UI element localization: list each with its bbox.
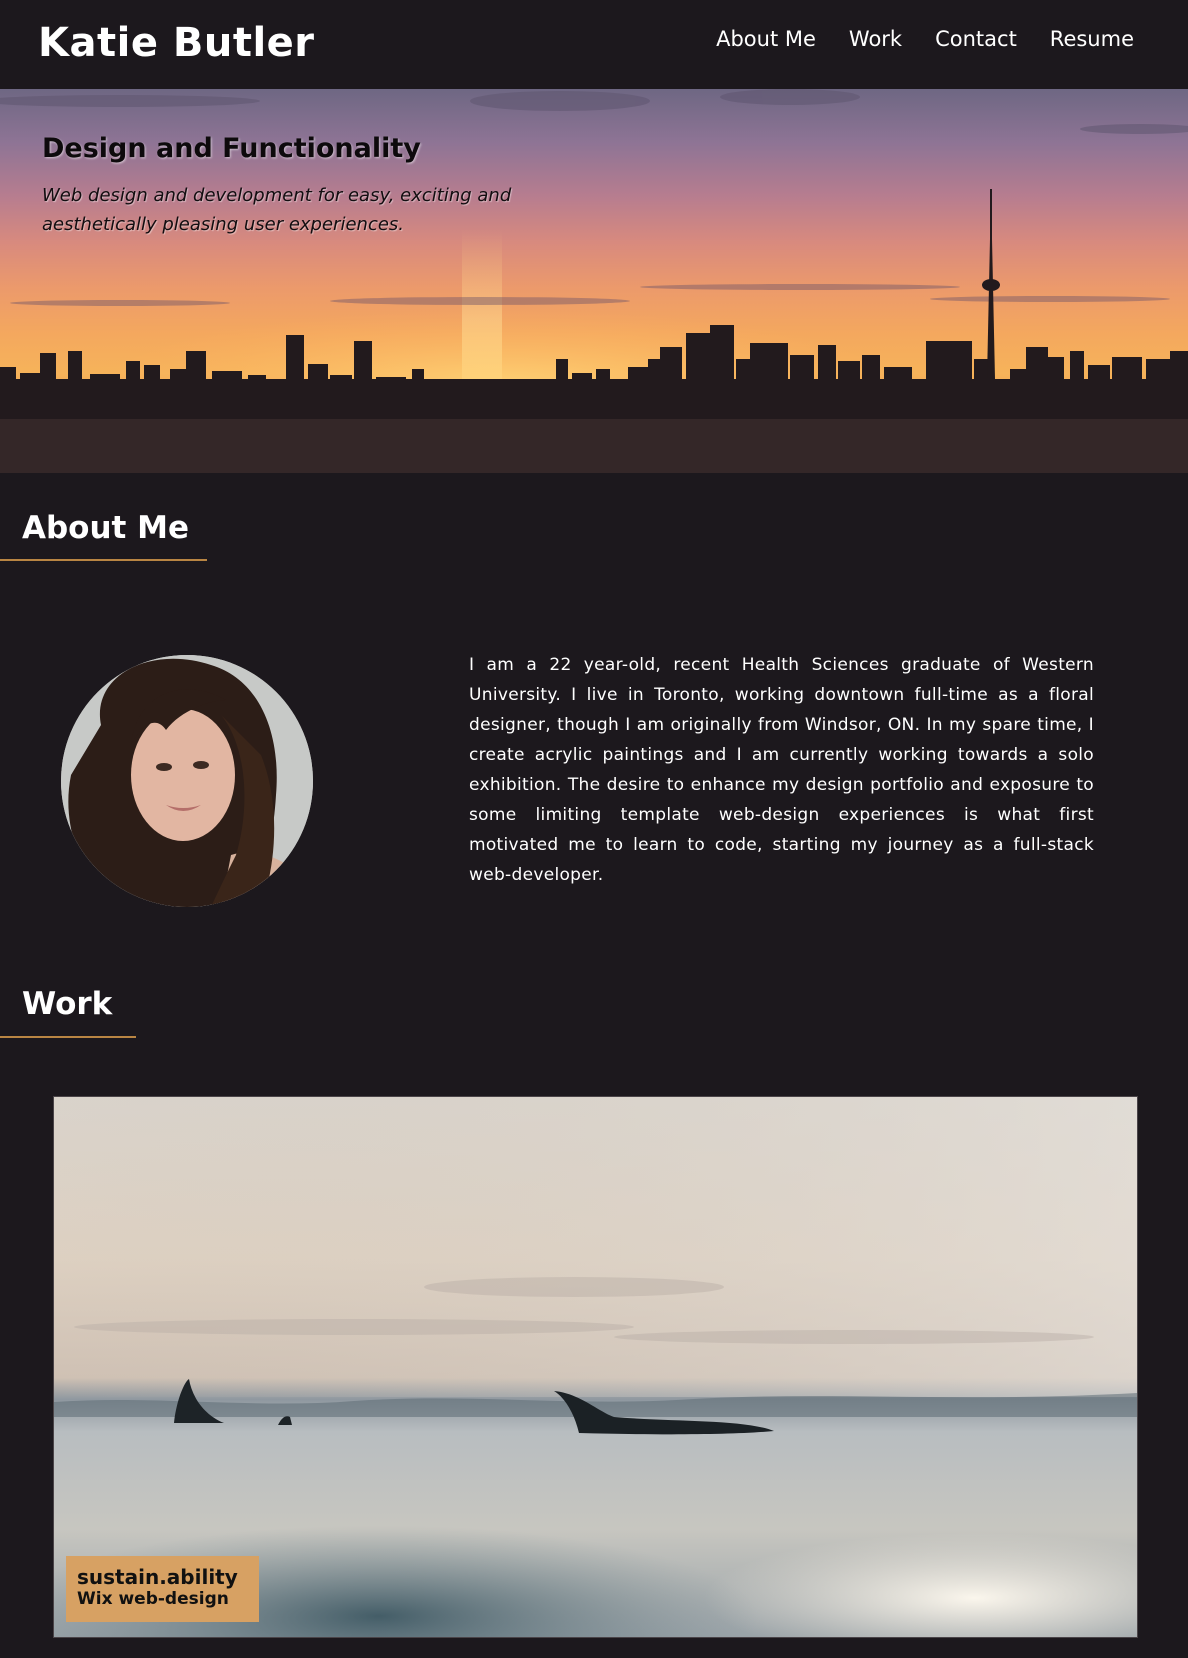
work-project-card[interactable]: sustain.ability Wix web-design	[53, 1096, 1138, 1638]
project-subtitle: Wix web-design	[77, 1589, 229, 1609]
project-label[interactable]: sustain.ability Wix web-design	[66, 1556, 259, 1622]
hero-title: Design and Functionality	[42, 133, 421, 164]
work-heading: Work	[22, 986, 113, 1022]
nav-resume[interactable]: Resume	[1050, 27, 1134, 51]
nav-contact[interactable]: Contact	[935, 27, 1017, 51]
site-brand[interactable]: Katie Butler	[38, 20, 315, 66]
profile-photo	[61, 655, 313, 907]
site-header: Katie Butler About Me Work Contact Resum…	[0, 0, 1188, 89]
hero-banner: Design and Functionality Web design and …	[0, 89, 1188, 473]
project-title: sustain.ability	[77, 1565, 238, 1589]
about-bio: I am a 22 year-old, recent Health Scienc…	[469, 655, 1094, 885]
about-heading: About Me	[22, 510, 190, 546]
nav-about-me[interactable]: About Me	[716, 27, 816, 51]
hero-subtitle: Web design and development for easy, exc…	[42, 185, 512, 235]
about-heading-underline	[0, 559, 207, 561]
nav-work[interactable]: Work	[849, 27, 902, 51]
main-nav: About Me Work Contact Resume	[716, 27, 1134, 51]
work-heading-underline	[0, 1036, 136, 1038]
